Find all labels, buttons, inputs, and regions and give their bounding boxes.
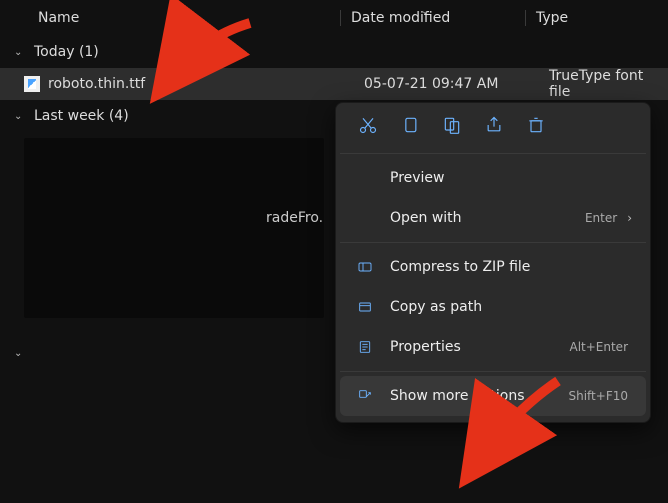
- menu-item-label: Copy as path: [390, 299, 632, 315]
- show-more-icon: [354, 388, 376, 404]
- menu-item-accelerator: Enter: [585, 211, 617, 225]
- chevron-right-icon: ›: [627, 211, 632, 225]
- group-header-today[interactable]: ⌄ Today (1): [0, 36, 668, 68]
- group-label: Last week (4): [34, 108, 129, 124]
- file-name: roboto.thin.ttf: [48, 76, 354, 92]
- menu-item-label: Open with: [390, 210, 585, 226]
- copy-multiple-icon[interactable]: [442, 115, 462, 139]
- copy-path-icon: [354, 299, 376, 315]
- thumbnail-area: radeFro.: [24, 138, 324, 318]
- chevron-down-icon: ⌄: [14, 47, 28, 58]
- menu-item-open-with[interactable]: Open with Enter ›: [340, 198, 646, 238]
- delete-icon[interactable]: [526, 115, 546, 139]
- menu-item-show-more-options[interactable]: Show more options Shift+F10: [340, 376, 646, 416]
- file-row[interactable]: roboto.thin.ttf 05-07-21 09:47 AM TrueTy…: [0, 68, 668, 100]
- menu-separator: [340, 371, 646, 372]
- group-label: Today (1): [34, 44, 99, 60]
- cut-icon[interactable]: [358, 115, 378, 139]
- zip-icon: [354, 259, 376, 275]
- properties-icon: [354, 339, 376, 355]
- menu-item-label: Compress to ZIP file: [390, 259, 632, 275]
- column-header-date-label: Date modified: [351, 10, 450, 26]
- menu-item-compress-zip[interactable]: Compress to ZIP file: [340, 247, 646, 287]
- file-type: TrueType font file: [539, 68, 668, 100]
- menu-item-label: Show more options: [390, 388, 568, 404]
- truncated-filename: radeFro.: [266, 210, 323, 226]
- file-date: 05-07-21 09:47 AM: [354, 76, 539, 92]
- font-file-icon: [24, 76, 40, 92]
- menu-item-accelerator: Alt+Enter: [569, 340, 628, 354]
- column-header-date-modified[interactable]: ⌄ Date modified: [340, 10, 525, 26]
- chevron-down-icon: ⌄: [14, 111, 28, 122]
- sort-indicator-icon: ⌄: [421, 6, 429, 17]
- menu-item-accelerator: Shift+F10: [568, 389, 628, 403]
- column-header-type[interactable]: Type: [525, 10, 668, 26]
- share-icon[interactable]: [484, 115, 504, 139]
- chevron-down-icon: ⌄: [14, 348, 22, 359]
- column-header-name[interactable]: Name: [10, 10, 340, 26]
- menu-item-preview[interactable]: Preview: [340, 158, 646, 198]
- menu-item-copy-as-path[interactable]: Copy as path: [340, 287, 646, 327]
- menu-item-label: Preview: [390, 170, 632, 186]
- menu-separator: [340, 153, 646, 154]
- copy-icon[interactable]: [400, 115, 420, 139]
- menu-item-label: Properties: [390, 339, 569, 355]
- menu-item-properties[interactable]: Properties Alt+Enter: [340, 327, 646, 367]
- context-menu: Preview Open with Enter › Compress to ZI…: [335, 102, 651, 423]
- menu-separator: [340, 242, 646, 243]
